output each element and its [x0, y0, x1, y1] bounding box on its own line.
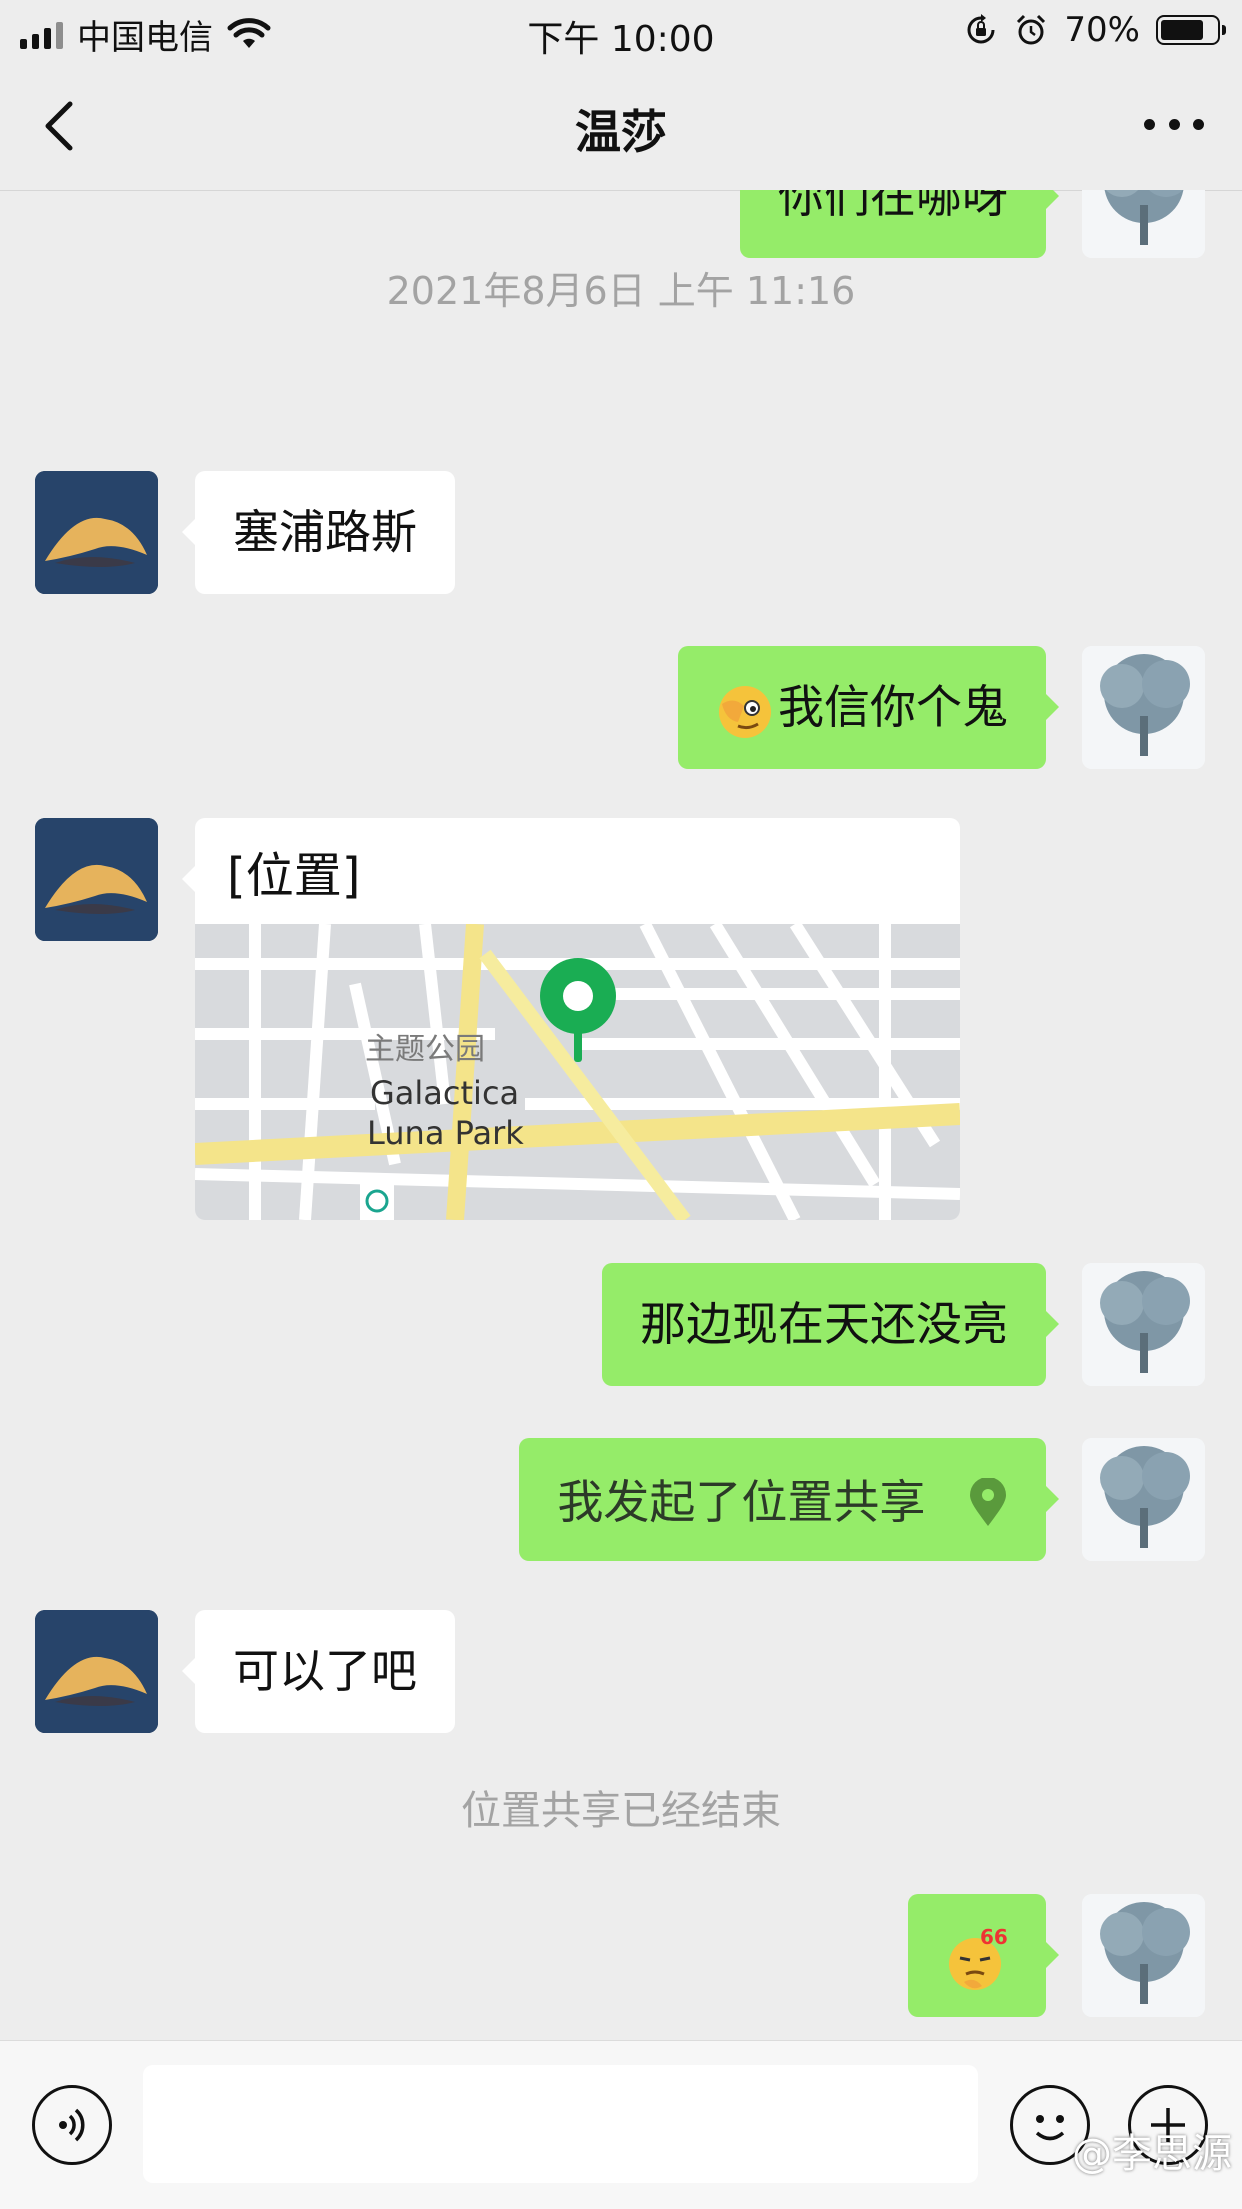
moon-cloud-avatar-image [35, 1610, 158, 1733]
avatar-contact[interactable] [35, 1610, 158, 1733]
ferris-wheel-icon [360, 1182, 394, 1220]
sticker-666-text: 666 [980, 1925, 1008, 1949]
message-bubble-outgoing[interactable]: 那边现在天还没亮 [602, 1263, 1059, 1386]
tree-avatar-image [1082, 646, 1205, 769]
voice-input-icon[interactable] [32, 2085, 112, 2165]
tree-avatar-image [1082, 1438, 1205, 1561]
avatar-contact[interactable] [35, 818, 158, 941]
message-text: 可以了吧 [233, 1644, 417, 1698]
avatar-self[interactable] [1082, 646, 1205, 769]
location-share-bubble[interactable]: 我发起了位置共享 [519, 1438, 1059, 1561]
map-label-cn: 主题公园 [365, 1033, 485, 1066]
moon-cloud-avatar-image [35, 818, 158, 941]
input-bar: @李思源 [0, 2040, 1242, 2209]
location-pin-icon [970, 1477, 1006, 1526]
more-options-icon[interactable] [1144, 114, 1204, 134]
message-text: 你们在哪呀 [778, 190, 1008, 223]
map-label-en-1: Galactica [370, 1074, 519, 1112]
message-text: 那边现在天还没亮 [640, 1297, 1008, 1351]
moon-cloud-avatar-image [35, 471, 158, 594]
battery-percent: 70% [1064, 10, 1140, 50]
map-label-en-2: Luna Park [367, 1114, 524, 1152]
bubble-tail [182, 865, 196, 893]
chat-header: 温莎 [0, 62, 1242, 191]
message-text: 我信你个鬼 [778, 680, 1008, 734]
avatar-self[interactable] [1082, 1263, 1205, 1386]
rotation-lock-icon [967, 14, 995, 44]
message-bubble-outgoing[interactable]: 你们在哪呀 [740, 190, 1059, 258]
message-bubble-incoming[interactable]: 塞浦路斯 [182, 471, 455, 594]
facepalm-emoji-icon [719, 685, 771, 738]
avatar-self[interactable] [1082, 1438, 1205, 1561]
tree-avatar-image [1082, 1263, 1205, 1386]
chat-title: 温莎 [575, 105, 667, 159]
avatar-self[interactable] [1082, 1894, 1205, 2017]
location-label: [位置] [227, 848, 361, 904]
status-bar: 中国电信 下午 10:00 70% [0, 0, 1242, 62]
message-list[interactable]: 你们在哪呀 2021年8月6日 上午 11:16 塞浦路斯 我信你个鬼 [位置]… [0, 190, 1242, 2040]
message-bubble-outgoing[interactable]: 我信你个鬼 [678, 646, 1059, 769]
sticker-bubble[interactable]: 666 [908, 1894, 1059, 2017]
system-notice: 位置共享已经结束 [461, 1788, 781, 1834]
watermark-text: @李思源 [1072, 2131, 1232, 2177]
message-input[interactable] [143, 2065, 978, 2183]
tree-avatar-image [1082, 1894, 1205, 2017]
message-bubble-incoming[interactable]: 可以了吧 [182, 1610, 455, 1733]
battery-icon [1156, 15, 1226, 45]
timestamp: 2021年8月6日 上午 11:16 [386, 269, 856, 313]
alarm-icon [1017, 14, 1046, 45]
message-text: 我发起了位置共享 [557, 1475, 926, 1529]
avatar-contact[interactable] [35, 471, 158, 594]
message-text: 塞浦路斯 [233, 505, 417, 559]
tree-avatar-image [1082, 190, 1205, 258]
avatar-self[interactable] [1082, 190, 1205, 258]
location-message-card[interactable]: [位置] 主题公园 Galactica Luna Park [195, 818, 960, 1220]
666-emoji-icon: 666 [949, 1925, 1022, 1990]
map-preview[interactable]: 主题公园 Galactica Luna Park [195, 924, 960, 1220]
